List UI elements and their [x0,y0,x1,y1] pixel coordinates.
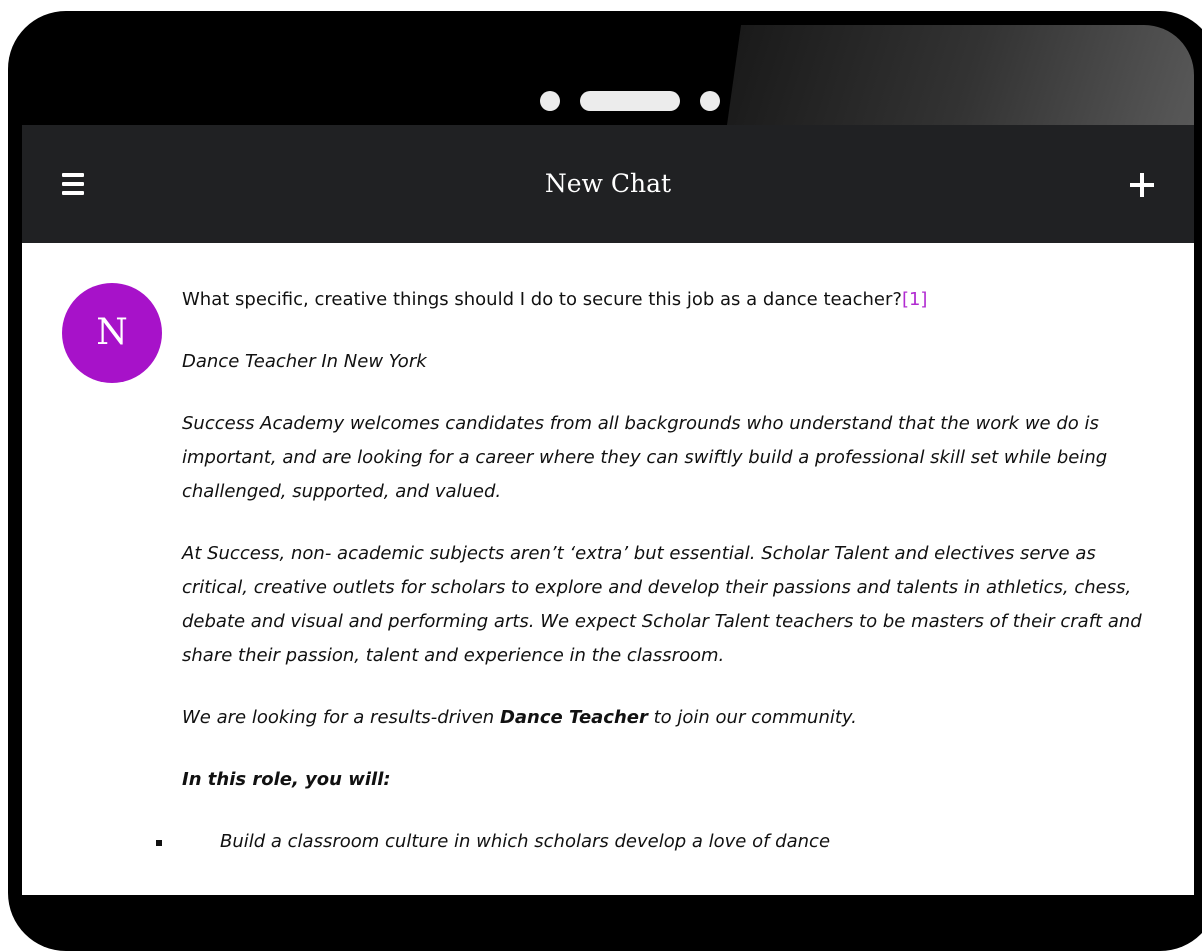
job-title: Dance Teacher In New York [182,351,427,372]
looking-for-text: We are looking for a results-driven [182,707,500,728]
role-heading-text: In this role, you will: [182,769,391,790]
chat-content: N What specific, creative things should … [22,243,1194,895]
bullet-icon [156,840,162,846]
list-item: Build a classroom culture in which schol… [156,825,1162,859]
avatar: N [62,283,162,383]
list-item-text: Build a classroom culture in which schol… [220,831,831,852]
reference-link[interactable]: [1] [902,289,928,310]
sensor-dot [700,91,720,111]
plus-icon[interactable] [1130,173,1154,197]
device-top-bezel [22,25,1194,125]
paragraph-looking-for: We are looking for a results-driven Danc… [182,701,1162,735]
role-name: Dance Teacher [499,707,648,728]
role-heading: In this role, you will: [182,763,1162,797]
role-list: Build a classroom culture in which schol… [156,825,1162,859]
looking-for-suffix: to join our community. [647,707,857,728]
screen-glare [727,25,1194,125]
user-message: What specific, creative things should I … [156,283,1162,859]
question: What specific, creative things should I … [182,289,902,310]
speaker-grille [580,91,680,111]
paragraph-intro: Success Academy welcomes candidates from… [182,413,1108,502]
paragraph-description: At Success, non- academic subjects aren’… [182,543,1142,666]
camera-dot [540,91,560,111]
question-text: What specific, creative things should I … [182,283,1162,317]
chat-header: New Chat [22,125,1194,243]
chat-title: New Chat [544,169,672,198]
